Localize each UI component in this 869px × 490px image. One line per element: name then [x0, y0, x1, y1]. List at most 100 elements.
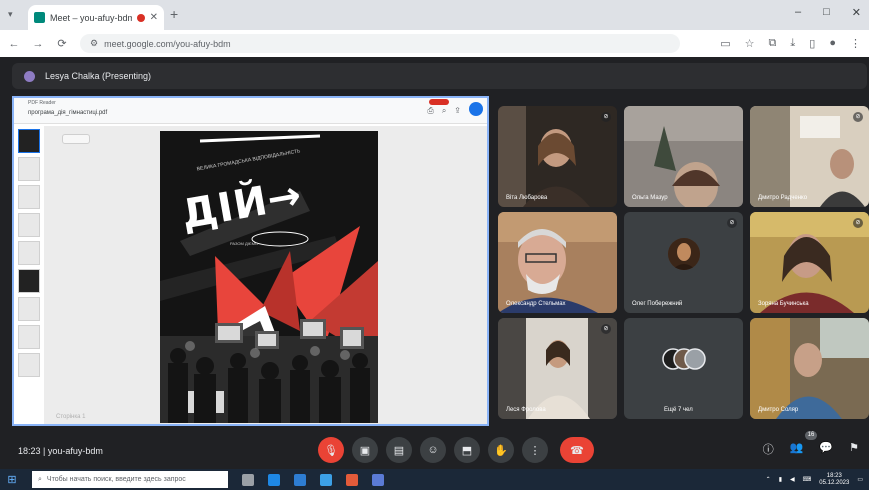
participant-name: Олександр Стельмах: [506, 301, 566, 307]
participant-name: Ещё 7 чел: [664, 407, 693, 413]
maximize-button[interactable]: □: [823, 6, 830, 19]
thumbnail[interactable]: [18, 213, 40, 237]
reload-button[interactable]: ⟳: [56, 37, 68, 50]
thumbnail[interactable]: [18, 325, 40, 349]
screen: ▾ Meet – you-afuy-bdm ✕ + – □ ✕ ← → ⟳ ⚙ …: [0, 0, 869, 490]
participant-tile-overflow[interactable]: Ещё 7 чел: [624, 318, 743, 419]
system-tray: ⌃ ▮ ◀ ⌨ 18:23 05.12.2023 ▭: [766, 473, 869, 487]
volume-icon[interactable]: ◀: [790, 476, 795, 483]
notifications-icon[interactable]: ▭: [857, 476, 863, 483]
more-options-button[interactable]: ⋮: [522, 437, 548, 463]
cast-icon[interactable]: ▭: [720, 37, 730, 50]
thumbnail[interactable]: [18, 269, 40, 293]
muted-mic-icon: ⊘: [727, 218, 737, 228]
activities-icon[interactable]: ⚑: [849, 441, 859, 457]
camera-toggle-button[interactable]: ▣: [352, 437, 378, 463]
shared-screen[interactable]: PDF Reader програма_дія_гімнастиці.pdf ⎙…: [12, 96, 489, 426]
participant-video: [750, 212, 869, 313]
participant-count-badge: 16: [805, 431, 817, 440]
pdf-viewer-header: PDF Reader програма_дія_гімнастиці.pdf ⎙…: [14, 98, 487, 124]
viewer-app-name: PDF Reader: [28, 100, 56, 106]
people-icon[interactable]: 👥: [790, 441, 804, 457]
clock-date: 05.12.2023: [819, 479, 850, 486]
poster-artwork: [160, 134, 378, 423]
site-info-icon[interactable]: ⚙: [90, 38, 98, 49]
meeting-info: 18:23 | you-afuy-bdm: [18, 446, 103, 456]
edge-icon[interactable]: [268, 473, 280, 486]
tab-close-icon[interactable]: ✕: [150, 12, 158, 23]
raise-hand-button[interactable]: ✋: [488, 437, 514, 463]
present-screen-button[interactable]: ⬒: [454, 437, 480, 463]
store-icon[interactable]: [320, 473, 332, 486]
viewer-account-icon[interactable]: [469, 102, 483, 116]
download-icon[interactable]: ⤓: [790, 37, 795, 50]
thumbnail[interactable]: [18, 129, 40, 153]
presenter-banner: Lesya Chalka (Presenting): [12, 63, 867, 89]
participant-tile[interactable]: ⊘ Дмитро Радченко: [750, 106, 869, 207]
viewer-share-icon[interactable]: ⇪: [454, 106, 461, 116]
search-placeholder: Чтобы начать поиск, введите здесь запрос: [46, 476, 186, 483]
meeting-details-icon[interactable]: ⓘ: [763, 441, 774, 457]
toolbar-right: ▭ ☆ ⧉ ⤓ ▯ ● ⋮: [720, 37, 861, 50]
participant-video: [498, 318, 617, 419]
bookmark-star-icon[interactable]: ☆: [745, 37, 755, 50]
thumbnail[interactable]: [18, 185, 40, 209]
participant-tile[interactable]: Олександр Стельмах: [498, 212, 617, 313]
participant-tile[interactable]: Ольга Мазур: [624, 106, 743, 207]
call-controls: 🎙 ▣ ▤ ☺ ⬒ ✋ ⋮ ☎: [318, 437, 594, 463]
thumbnail[interactable]: [18, 353, 40, 377]
participant-tile[interactable]: Дмитро Соляр: [750, 318, 869, 419]
browser-tab-meet[interactable]: Meet – you-afuy-bdm ✕: [28, 5, 164, 30]
new-tab-button[interactable]: +: [170, 6, 178, 22]
pdf-filename: програма_дія_гімнастиці.pdf: [28, 110, 108, 116]
chat-icon[interactable]: 💬: [819, 441, 833, 457]
viewer-print-icon[interactable]: ⎙: [427, 106, 433, 116]
participant-tile[interactable]: ⊘ Леся Фролова: [498, 318, 617, 419]
file-explorer-icon[interactable]: [294, 473, 306, 486]
language-icon[interactable]: ⌨: [803, 476, 812, 483]
browser-toolbar: ← → ⟳ ⚙ meet.google.com/you-afuy-bdm ▭ ☆…: [0, 30, 869, 57]
participant-video: [498, 212, 617, 313]
muted-mic-icon: ⊘: [853, 218, 863, 228]
participant-name: Леся Фролова: [506, 407, 546, 413]
sidepanel-icon[interactable]: ▯: [809, 37, 815, 50]
mic-toggle-button[interactable]: 🎙: [318, 437, 344, 463]
search-icon: ⌕: [38, 475, 42, 483]
viewer-search-icon[interactable]: ⌕: [442, 106, 446, 116]
thumbnail[interactable]: [18, 297, 40, 321]
zoom-control[interactable]: [62, 134, 90, 144]
minimize-button[interactable]: –: [795, 6, 801, 19]
participant-name: Зоряна Бучинська: [758, 301, 809, 307]
participant-tile[interactable]: ⊘ Зоряна Бучинська: [750, 212, 869, 313]
meeting-time: 18:23: [18, 446, 41, 456]
extensions-icon[interactable]: ⧉: [769, 37, 777, 50]
captions-button[interactable]: ▤: [386, 437, 412, 463]
clock-time: 18:23: [826, 472, 842, 479]
emoji-button[interactable]: ☺: [420, 437, 446, 463]
address-bar[interactable]: ⚙ meet.google.com/you-afuy-bdm: [80, 34, 680, 53]
leave-call-button[interactable]: ☎: [560, 437, 594, 463]
network-icon[interactable]: ▮: [779, 476, 782, 483]
chrome-icon[interactable]: [346, 473, 358, 486]
tray-arrow-icon[interactable]: ⌃: [766, 476, 771, 483]
participant-avatar: [668, 238, 700, 270]
tab-title: Meet – you-afuy-bdm: [50, 12, 132, 23]
profile-icon[interactable]: ●: [829, 37, 836, 50]
taskbar-search[interactable]: ⌕ Чтобы начать поиск, введите здесь запр…: [32, 471, 228, 488]
thumbnail[interactable]: [18, 157, 40, 181]
clock[interactable]: 18:23 05.12.2023: [819, 473, 849, 487]
app-icon[interactable]: [372, 473, 384, 486]
start-button[interactable]: ⊞: [0, 473, 24, 486]
task-view-icon[interactable]: [242, 473, 254, 486]
thumbnail[interactable]: [18, 241, 40, 265]
forward-button[interactable]: →: [32, 38, 44, 50]
poster-page: ВЕЛИКА ГРОМАДСЬКА ВІДПОВІДАЛЬНІСТЬ ДІЙ→ …: [160, 131, 378, 423]
participant-tile[interactable]: ⊘ Олег Побережний: [624, 212, 743, 313]
close-window-button[interactable]: ✕: [852, 6, 861, 19]
participant-name: Ольга Мазур: [632, 195, 668, 201]
windows-taskbar: ⊞ ⌕ Чтобы начать поиск, введите здесь за…: [0, 469, 869, 490]
tab-search-icon[interactable]: ▾: [8, 9, 13, 20]
participant-tile[interactable]: ⊘ Віта Любарова: [498, 106, 617, 207]
browser-menu-icon[interactable]: ⋮: [850, 37, 861, 50]
back-button[interactable]: ←: [8, 38, 20, 50]
